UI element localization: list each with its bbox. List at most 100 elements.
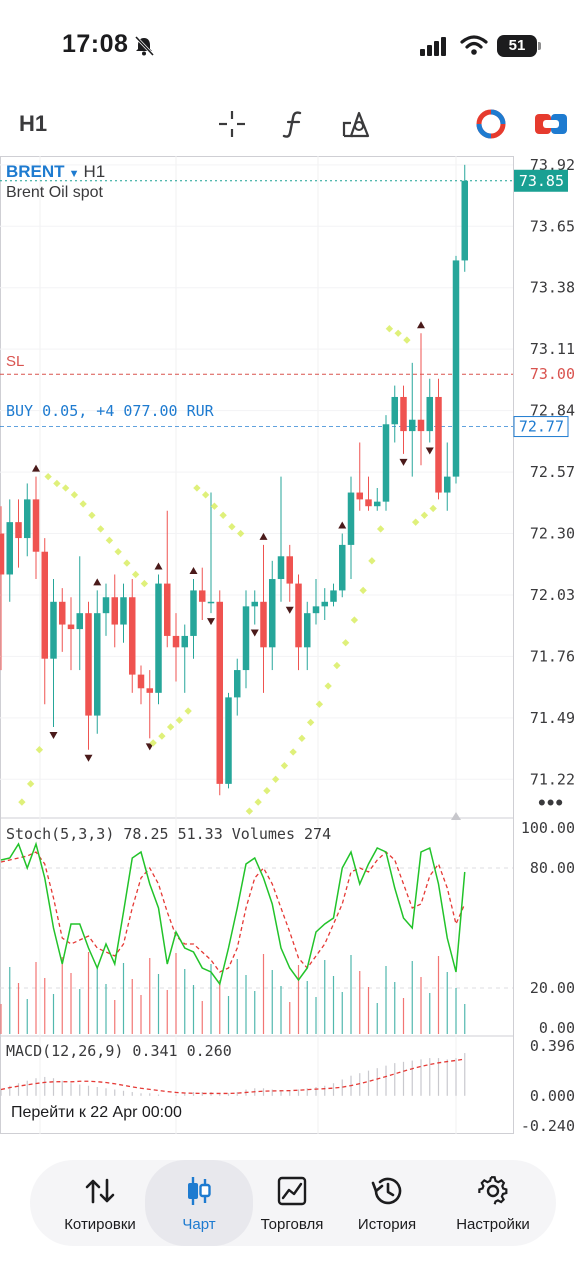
candle-body: [312, 606, 320, 614]
price-axis-label: 73.11: [530, 340, 575, 358]
sar-dot: [158, 732, 166, 740]
status-bar: 17:08 51: [0, 0, 588, 96]
candle-body: [207, 601, 215, 604]
sar-dot: [289, 748, 297, 756]
sar-dot: [53, 479, 61, 488]
candle-body: [260, 601, 267, 648]
scroll-marker-icon: [451, 812, 461, 820]
position-line-label[interactable]: BUY 0.05, +4 077.00 RUR: [6, 402, 214, 420]
tab-history[interactable]: История: [343, 1160, 431, 1246]
price-axis-label: 71.49: [530, 709, 575, 727]
symbol-header[interactable]: BRENT ▼ H1: [6, 162, 105, 182]
sar-dot: [403, 336, 411, 344]
candle-body: [94, 613, 101, 716]
fractal-down-marker: [425, 447, 434, 455]
candle-body: [190, 590, 197, 636]
sar-dot: [333, 661, 341, 670]
tab-settings[interactable]: Настройки: [440, 1160, 546, 1246]
sl-line-label[interactable]: SL: [6, 353, 24, 370]
fractal-up-marker: [189, 567, 198, 575]
symbol-dropdown-icon[interactable]: ▼: [69, 168, 80, 180]
goto-date-label[interactable]: Перейти к 22 Apr 00:00: [11, 1104, 182, 1122]
tab-settings-label: Настройки: [456, 1215, 530, 1233]
current-price-label: 73.85: [519, 172, 564, 190]
fractal-up-marker: [154, 562, 163, 570]
chart-toolbar: H1: [0, 100, 588, 148]
sar-dot: [26, 780, 35, 788]
candle-body: [41, 551, 48, 659]
sar-dot: [96, 525, 105, 533]
account-icon: [476, 109, 506, 139]
sar-dot: [18, 798, 26, 806]
sar-dot: [359, 586, 367, 595]
sar-dot: [88, 511, 96, 519]
sar-dot: [184, 707, 192, 715]
candle-body: [452, 260, 460, 477]
candle-body: [50, 601, 57, 659]
tab-history-label: История: [357, 1215, 417, 1233]
candle-body: [155, 583, 162, 693]
candle-body: [321, 601, 328, 607]
account-button[interactable]: [473, 106, 509, 142]
sar-dot: [193, 484, 201, 492]
candle-body: [374, 501, 381, 507]
candle-body: [199, 590, 206, 602]
objects-button[interactable]: [337, 106, 373, 142]
trading-icon: [535, 114, 567, 134]
fractal-down-marker: [285, 606, 294, 614]
tab-chart[interactable]: Чарт: [145, 1160, 253, 1246]
candle-body: [417, 419, 425, 432]
chart-icon: [188, 1176, 211, 1205]
sar-dot: [271, 775, 280, 783]
fractal-up-marker: [32, 464, 40, 472]
crosshair-icon: [219, 111, 245, 137]
sar-dot: [315, 700, 324, 708]
function-icon: [282, 111, 302, 138]
tab-quotes[interactable]: Котировки: [45, 1160, 155, 1246]
crosshair-button[interactable]: [214, 106, 250, 142]
candle-body: [356, 492, 363, 500]
candle-body: [444, 476, 451, 493]
chart-canvas[interactable]: 73.9273.6573.3873.1172.8472.5772.3072.03…: [0, 156, 588, 1136]
trade-button[interactable]: [533, 106, 569, 142]
candle-body: [216, 601, 223, 784]
indicators-button[interactable]: [276, 106, 312, 142]
history-icon: [371, 1177, 402, 1204]
candle-body: [409, 419, 416, 432]
macd-axis-label: 0.000: [530, 1087, 575, 1105]
candle-body: [304, 613, 311, 648]
fractal-up-marker: [338, 521, 347, 529]
drawing-tools-icon: [342, 111, 370, 138]
price-axis-label: 71.76: [530, 647, 575, 665]
settings-icon: [478, 1175, 508, 1205]
candle-body: [76, 613, 83, 630]
symbol-name[interactable]: BRENT: [6, 162, 65, 181]
candle-body: [146, 688, 153, 693]
tab-trade-label: Торговля: [260, 1215, 324, 1233]
timeframe-button[interactable]: H1: [19, 111, 47, 137]
candle-body: [286, 556, 293, 584]
candle-body: [102, 597, 110, 614]
sar-dot: [429, 504, 437, 513]
sar-dot: [298, 734, 306, 743]
more-options-icon[interactable]: •••: [538, 790, 564, 816]
stoch-signal-line: [0, 851, 466, 973]
candle-body: [382, 424, 390, 502]
candle-body: [67, 624, 75, 630]
sar-dot: [263, 787, 271, 795]
candle-body: [347, 492, 355, 545]
candle-body: [111, 597, 118, 625]
sar-dot: [201, 491, 210, 499]
sar-dot: [105, 536, 114, 545]
macd-axis-label: 0.396: [530, 1037, 575, 1055]
sar-dot: [411, 518, 420, 526]
fractal-up-marker: [417, 321, 425, 329]
tab-trade[interactable]: Торговля: [248, 1160, 336, 1246]
status-time: 17:08: [62, 30, 129, 58]
chart-area[interactable]: 73.92 73.65 73.38 73.11 72.84 72.57 72.30 72.03…: [0, 156, 588, 1136]
candle-body: [15, 522, 22, 539]
fractal-down-marker: [399, 458, 408, 466]
sar-dot: [79, 500, 87, 508]
stoch-axis-label: 0.00: [539, 1019, 575, 1037]
sar-dot: [420, 511, 429, 519]
